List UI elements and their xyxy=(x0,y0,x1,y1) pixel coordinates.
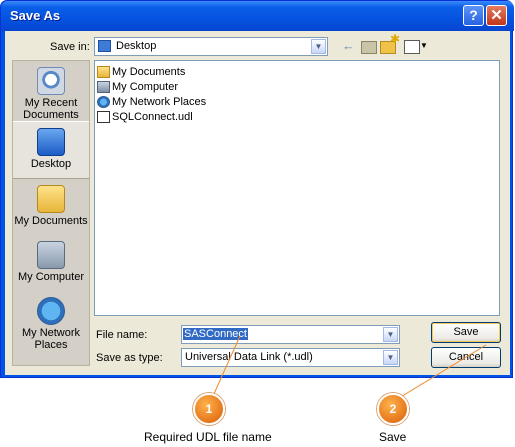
callout-badge-2: 2 xyxy=(377,393,409,425)
callout-caption-1: Required UDL file name xyxy=(144,430,272,444)
callout-leader-2 xyxy=(398,344,487,399)
callout-badge-1: 1 xyxy=(193,393,225,425)
callout-leader-1 xyxy=(212,335,241,397)
callout-caption-2: Save xyxy=(379,430,407,444)
callout-leaders xyxy=(212,335,487,399)
